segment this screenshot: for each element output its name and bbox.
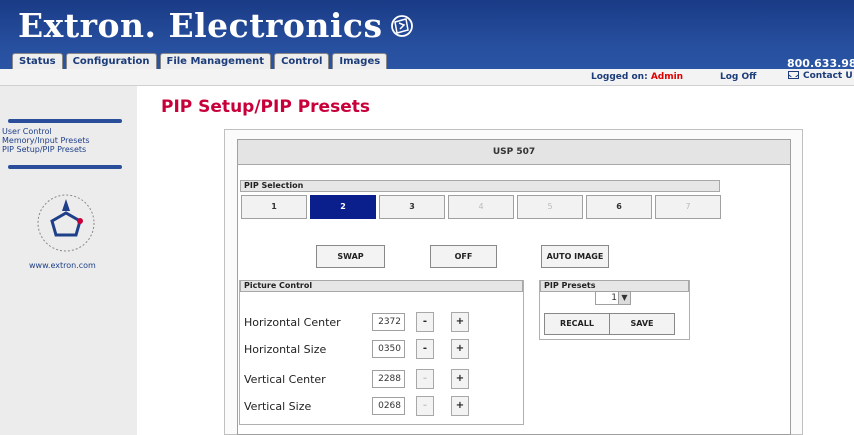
sidebar-item-memory-input-presets[interactable]: Memory/Input Presets	[2, 136, 90, 145]
tab-configuration[interactable]: Configuration	[65, 53, 157, 69]
picture-control-heading: Picture Control	[240, 280, 523, 292]
horizontal-size-increment-button[interactable]: +	[451, 339, 469, 359]
tab-images[interactable]: Images	[332, 53, 388, 69]
sidebar: User Control Memory/Input Presets PIP Se…	[0, 86, 137, 435]
pip-button-7[interactable]: 7	[655, 195, 721, 219]
contact-link[interactable]: Contact U	[788, 71, 853, 81]
save-button[interactable]: SAVE	[609, 313, 675, 335]
swap-button[interactable]: SWAP	[316, 245, 385, 268]
sidebar-nav: User Control Memory/Input Presets PIP Se…	[2, 127, 90, 154]
page-title: PIP Setup/PIP Presets	[161, 97, 370, 117]
vertical-center-decrement-button[interactable]: -	[416, 369, 434, 389]
horizontal-center-value[interactable]: 2372	[372, 313, 405, 331]
pip-button-4[interactable]: 4	[448, 195, 514, 219]
pip-preset-select[interactable]: 1 ▼	[595, 291, 631, 305]
horizontal-center-label: Horizontal Center	[244, 316, 341, 329]
vertical-size-decrement-button[interactable]: -	[416, 396, 434, 416]
logged-prefix: Logged on:	[591, 72, 651, 82]
log-off-link[interactable]: Log Off	[720, 72, 756, 82]
sidebar-item-pip-setup[interactable]: PIP Setup/PIP Presets	[2, 145, 90, 154]
vertical-size-increment-button[interactable]: +	[451, 396, 469, 416]
pip-button-1[interactable]: 1	[241, 195, 307, 219]
horizontal-size-decrement-button[interactable]: -	[416, 339, 434, 359]
extron-website-link[interactable]: www.extron.com	[29, 261, 96, 270]
horizontal-size-label: Horizontal Size	[244, 343, 327, 356]
vertical-size-value[interactable]: 0268	[372, 397, 405, 415]
tab-status[interactable]: Status	[12, 53, 63, 69]
pip-button-2[interactable]: 2	[310, 195, 376, 219]
logged-user: Admin	[650, 72, 684, 82]
tab-control[interactable]: Control	[274, 53, 330, 69]
vertical-center-value[interactable]: 2288	[372, 370, 405, 388]
off-button[interactable]: OFF	[430, 245, 497, 268]
vertical-center-label: Vertical Center	[244, 373, 326, 386]
extron-swirl-icon	[390, 15, 413, 37]
sidebar-divider-bottom	[8, 165, 122, 169]
horizontal-size-value[interactable]: 0350	[372, 340, 405, 358]
envelope-icon	[788, 71, 799, 79]
pip-button-3[interactable]: 3	[379, 195, 445, 219]
pip-button-6[interactable]: 6	[586, 195, 652, 219]
pip-preset-selected-value: 1	[611, 293, 617, 303]
service-support-badge-icon	[37, 194, 95, 252]
horizontal-center-increment-button[interactable]: +	[451, 312, 469, 332]
vertical-size-label: Vertical Size	[244, 400, 312, 413]
logo-text: Extron. Electronics	[18, 6, 383, 45]
horizontal-center-decrement-button[interactable]: -	[416, 312, 434, 332]
extron-logo: Extron. Electronics	[18, 6, 415, 45]
logged-on-status: Logged on: Admin	[591, 72, 683, 82]
recall-button[interactable]: RECALL	[544, 313, 610, 335]
sidebar-divider-top	[8, 119, 122, 123]
main-tabs: Status Configuration File Management Con…	[12, 53, 388, 69]
pip-selection-heading: PIP Selection	[240, 180, 720, 192]
auto-image-button[interactable]: AUTO IMAGE	[541, 245, 609, 268]
sidebar-item-user-control[interactable]: User Control	[2, 127, 90, 136]
device-name: USP 507	[238, 140, 790, 165]
chevron-down-icon[interactable]: ▼	[618, 292, 630, 304]
contact-label: Contact U	[803, 71, 853, 81]
pip-button-5[interactable]: 5	[517, 195, 583, 219]
tab-file-management[interactable]: File Management	[159, 53, 272, 69]
vertical-center-increment-button[interactable]: +	[451, 369, 469, 389]
